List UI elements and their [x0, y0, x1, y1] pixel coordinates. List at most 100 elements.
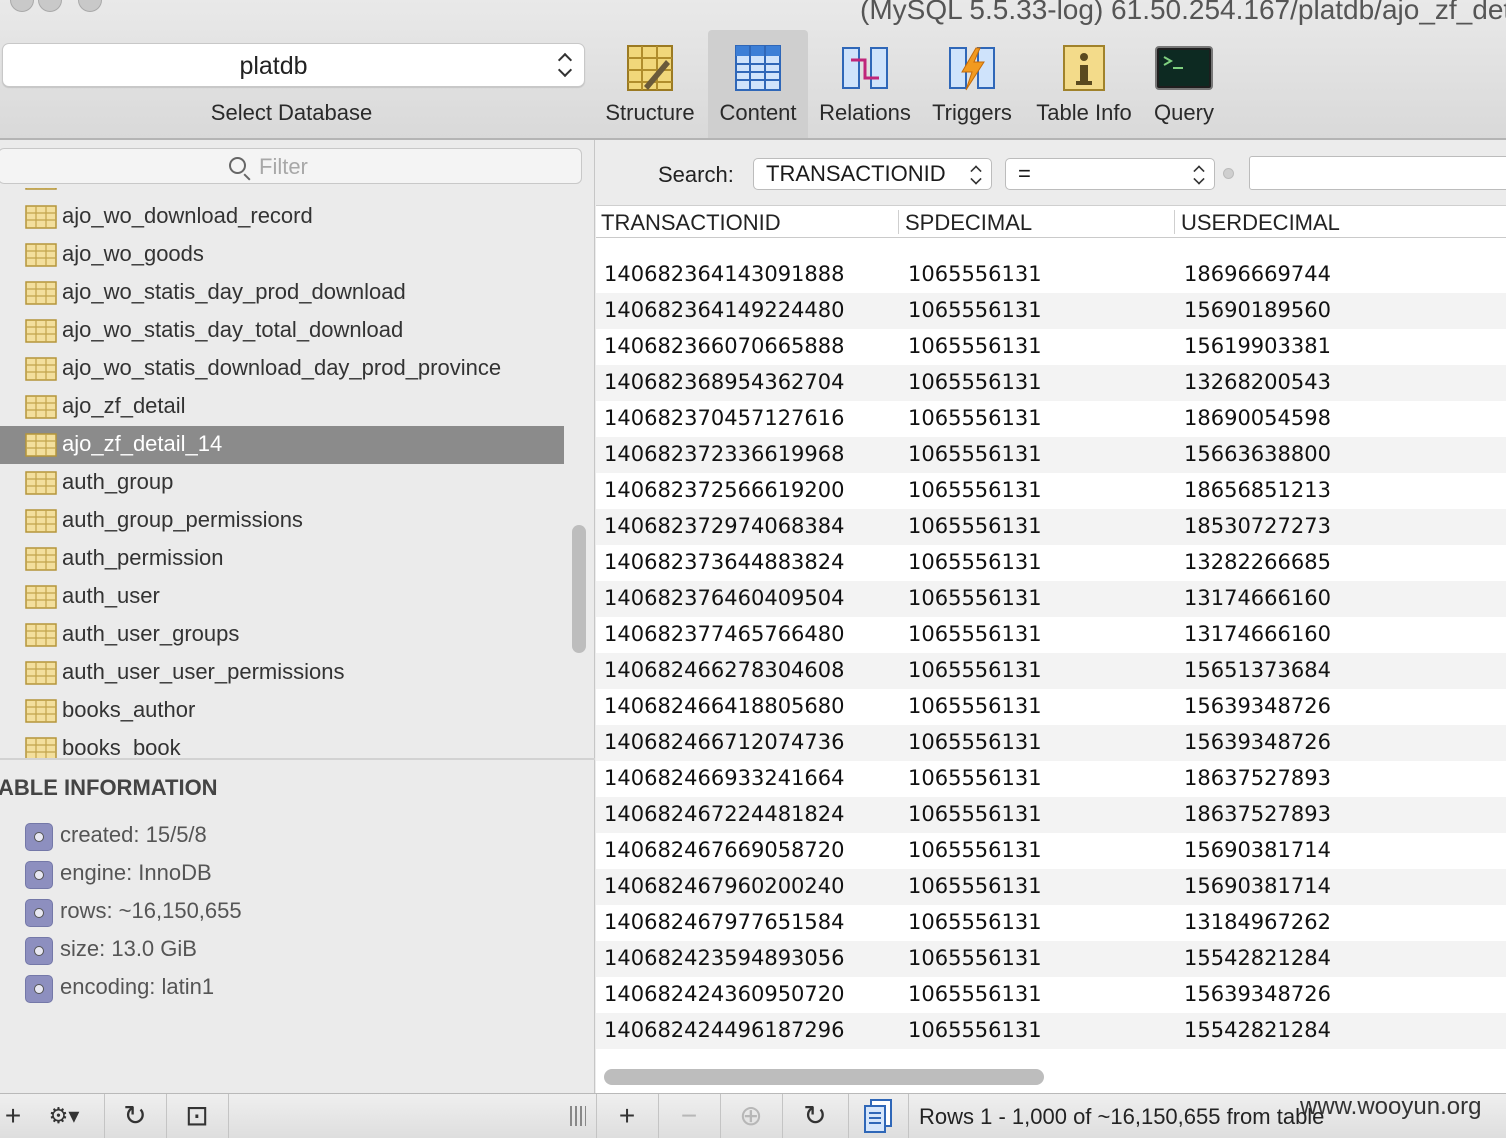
- close-window-button[interactable]: [10, 0, 34, 12]
- table-cell[interactable]: 1065556131: [908, 694, 1042, 718]
- table-row[interactable]: 140682372566619200 1065556131 18656851213: [596, 473, 1506, 509]
- table-cell[interactable]: 13282266685: [1184, 550, 1331, 574]
- table-cell[interactable]: 140682466933241664: [604, 766, 845, 790]
- table-row[interactable]: 140682466278304608 1065556131 15651373684: [596, 653, 1506, 689]
- table-cell[interactable]: 140682376460409504: [604, 586, 845, 610]
- delete-row-button[interactable]: −: [666, 1094, 712, 1138]
- table-cell[interactable]: 140682467669058720: [604, 838, 845, 862]
- add-table-button[interactable]: +: [0, 1094, 26, 1138]
- splitter-grip-icon[interactable]: [570, 1106, 586, 1126]
- table-cell[interactable]: 13184967262: [1184, 910, 1331, 934]
- table-cell[interactable]: 1065556131: [908, 550, 1042, 574]
- table-cell[interactable]: 140682368954362704: [604, 370, 845, 394]
- table-cell[interactable]: 1065556131: [908, 910, 1042, 934]
- table-cell[interactable]: 140682466278304608: [604, 658, 845, 682]
- toolbar-table-info-button[interactable]: Table Info: [1030, 30, 1138, 138]
- table-cell[interactable]: 15663638800: [1184, 442, 1331, 466]
- table-row-partial[interactable]: [596, 239, 1506, 249]
- table-cell[interactable]: 140682372336619968: [604, 442, 845, 466]
- table-cell[interactable]: 1065556131: [908, 478, 1042, 502]
- zoom-window-button[interactable]: [78, 0, 102, 12]
- minimize-window-button[interactable]: [38, 0, 62, 12]
- refresh-content-button[interactable]: ↻: [790, 1094, 840, 1138]
- search-value-input[interactable]: [1249, 156, 1506, 190]
- table-row[interactable]: 140682372974068384 1065556131 18530727273: [596, 509, 1506, 545]
- table-cell[interactable]: 13174666160: [1184, 586, 1331, 610]
- table-list-item-partial[interactable]: [0, 188, 564, 192]
- table-cell[interactable]: 1065556131: [908, 370, 1042, 394]
- table-cell[interactable]: 15639348726: [1184, 982, 1331, 1006]
- table-cell[interactable]: 1065556131: [908, 1018, 1042, 1042]
- gear-menu-button[interactable]: ⚙▾: [36, 1094, 92, 1138]
- table-cell[interactable]: 1065556131: [908, 262, 1042, 286]
- table-cell[interactable]: 1065556131: [908, 586, 1042, 610]
- table-list-item[interactable]: auth_user_user_permissions: [0, 654, 564, 692]
- table-row[interactable]: 140682368954362704 1065556131 13268200543: [596, 365, 1506, 401]
- table-cell[interactable]: 140682466418805680: [604, 694, 845, 718]
- table-cell[interactable]: 140682377465766480: [604, 622, 845, 646]
- table-row[interactable]: 140682467669058720 1065556131 15690381714: [596, 833, 1506, 869]
- table-cell[interactable]: 15639348726: [1184, 730, 1331, 754]
- table-row[interactable]: 140682377465766480 1065556131 13174666160: [596, 617, 1506, 653]
- column-separator[interactable]: [1174, 210, 1175, 234]
- table-list-item[interactable]: ajo_wo_download_record: [0, 198, 564, 236]
- table-list-item[interactable]: ajo_wo_statis_day_prod_download: [0, 274, 564, 312]
- table-cell[interactable]: 1065556131: [908, 334, 1042, 358]
- table-row[interactable]: 140682466933241664 1065556131 18637527893: [596, 761, 1506, 797]
- table-cell[interactable]: 1065556131: [908, 406, 1042, 430]
- database-select[interactable]: platdb: [2, 43, 585, 87]
- search-operator-select[interactable]: =: [1005, 158, 1215, 190]
- table-row[interactable]: 140682466712074736 1065556131 15639348726: [596, 725, 1506, 761]
- table-list-item[interactable]: ajo_wo_statis_day_total_download: [0, 312, 564, 350]
- table-list-item[interactable]: ajo_wo_statis_download_day_prod_province: [0, 350, 564, 388]
- table-row[interactable]: 140682467960200240 1065556131 15690381714: [596, 869, 1506, 905]
- table-list-item[interactable]: auth_user: [0, 578, 564, 616]
- table-cell[interactable]: 18690054598: [1184, 406, 1331, 430]
- table-row[interactable]: 140682467224481824 1065556131 18637527893: [596, 797, 1506, 833]
- table-cell[interactable]: 1065556131: [908, 802, 1042, 826]
- table-cell[interactable]: 13268200543: [1184, 370, 1331, 394]
- table-cell[interactable]: 18530727273: [1184, 514, 1331, 538]
- table-list-item[interactable]: books_author: [0, 692, 564, 730]
- table-cell[interactable]: 1065556131: [908, 982, 1042, 1006]
- table-cell[interactable]: 1065556131: [908, 622, 1042, 646]
- table-cell[interactable]: 140682467960200240: [604, 874, 845, 898]
- table-cell[interactable]: 140682364143091888: [604, 262, 845, 286]
- table-cell[interactable]: 18696669744: [1184, 262, 1331, 286]
- table-cell[interactable]: 15639348726: [1184, 694, 1331, 718]
- table-cell[interactable]: 1065556131: [908, 298, 1042, 322]
- toolbar-content-button[interactable]: Content: [708, 30, 808, 138]
- table-list[interactable]: ajo_wo_download_record ajo_wo_goods ajo_wo…: [0, 188, 595, 760]
- table-row[interactable]: 140682370457127616 1065556131 18690054598: [596, 401, 1506, 437]
- table-cell[interactable]: 15651373684: [1184, 658, 1331, 682]
- table-cell[interactable]: 140682424360950720: [604, 982, 845, 1006]
- table-list-item[interactable]: auth_group: [0, 464, 564, 502]
- table-cell[interactable]: 140682364149224480: [604, 298, 845, 322]
- table-filter-input[interactable]: Filter: [0, 148, 582, 184]
- table-cell[interactable]: 140682467977651584: [604, 910, 845, 934]
- table-cell[interactable]: 140682372974068384: [604, 514, 845, 538]
- table-cell[interactable]: 13174666160: [1184, 622, 1331, 646]
- column-header-spdecimal[interactable]: SPDECIMAL: [905, 210, 1032, 236]
- table-cell[interactable]: 18637527893: [1184, 766, 1331, 790]
- table-cell[interactable]: 140682424496187296: [604, 1018, 845, 1042]
- table-list-item[interactable]: ajo_zf_detail: [0, 388, 564, 426]
- table-list-scrollbar[interactable]: [572, 525, 586, 653]
- table-cell[interactable]: 1065556131: [908, 946, 1042, 970]
- table-list-item[interactable]: auth_permission: [0, 540, 564, 578]
- table-cell[interactable]: 1065556131: [908, 514, 1042, 538]
- table-cell[interactable]: 15542821284: [1184, 946, 1331, 970]
- table-list-item[interactable]: auth_user_groups: [0, 616, 564, 654]
- table-row[interactable]: 140682373644883824 1065556131 13282266685: [596, 545, 1506, 581]
- query-log-button[interactable]: [856, 1094, 900, 1138]
- table-cell[interactable]: 140682370457127616: [604, 406, 845, 430]
- table-cell[interactable]: 15690189560: [1184, 298, 1331, 322]
- table-list-item[interactable]: ajo_zf_detail_14: [0, 426, 564, 464]
- table-cell[interactable]: 1065556131: [908, 766, 1042, 790]
- table-cell[interactable]: 140682467224481824: [604, 802, 845, 826]
- toolbar-query-button[interactable]: Query: [1146, 30, 1222, 138]
- toggle-info-button[interactable]: ⊡: [174, 1094, 220, 1138]
- table-row[interactable]: 140682366070665888 1065556131 15619903381: [596, 329, 1506, 365]
- table-list-item[interactable]: ajo_wo_goods: [0, 236, 564, 274]
- table-row[interactable]: 140682424360950720 1065556131 15639348726: [596, 977, 1506, 1013]
